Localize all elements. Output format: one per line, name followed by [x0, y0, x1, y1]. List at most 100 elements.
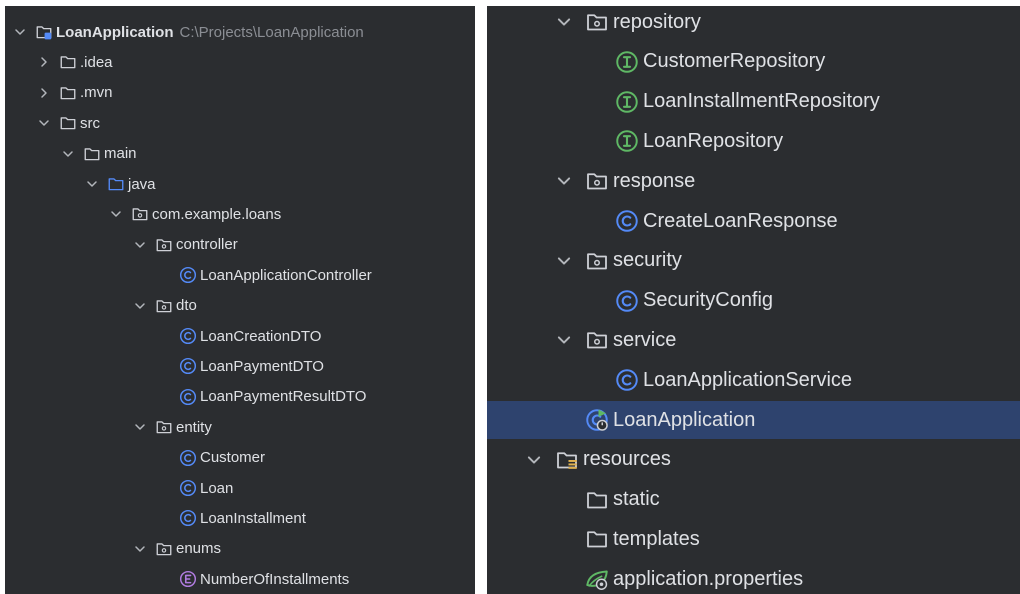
chevron-down-icon[interactable]	[555, 252, 573, 270]
tree-item-label: LoanApplication	[56, 23, 174, 41]
tree-item-loanapplicationcontroller[interactable]: LoanApplicationController	[5, 260, 475, 290]
interface-icon	[615, 90, 639, 114]
tree-item-label: LoanPaymentResultDTO	[200, 388, 367, 406]
class-icon	[179, 327, 197, 345]
tree-item-java[interactable]: java	[5, 169, 475, 199]
tree-item-response[interactable]: response	[487, 162, 1020, 200]
tree-item-entity[interactable]: entity	[5, 412, 475, 442]
folder-icon	[59, 84, 77, 102]
project-tree-panel-left[interactable]: LoanApplication C:\Projects\LoanApplicati…	[5, 6, 475, 594]
tree-item-static[interactable]: static	[487, 481, 1020, 519]
tree-item-createloanresponse[interactable]: CreateLoanResponse	[487, 202, 1020, 240]
package-icon	[155, 236, 173, 254]
chevron-down-icon[interactable]	[133, 238, 147, 252]
package-icon	[585, 328, 609, 352]
tree-item-loanpaymentdto[interactable]: LoanPaymentDTO	[5, 351, 475, 381]
tree-item-security[interactable]: security	[487, 242, 1020, 280]
tree-item-securityconfig[interactable]: SecurityConfig	[487, 282, 1020, 320]
module-folder-icon	[35, 23, 53, 41]
class-icon	[179, 509, 197, 527]
tree-item-label: LoanRepository	[643, 129, 784, 152]
enum-icon	[179, 570, 197, 588]
tree-item-numberofinstallments[interactable]: NumberOfInstallments	[5, 564, 475, 594]
chevron-down-icon[interactable]	[13, 25, 27, 39]
tree-item-label: LoanCreationDTO	[200, 327, 322, 345]
tree-item-service[interactable]: service	[487, 321, 1020, 359]
chevron-down-icon[interactable]	[133, 420, 147, 434]
folder-icon	[585, 488, 609, 512]
tree-item-label: CreateLoanResponse	[643, 209, 838, 232]
folder-icon	[585, 527, 609, 551]
chevron-down-icon[interactable]	[37, 116, 51, 130]
chevron-down-icon[interactable]	[555, 13, 573, 31]
tree-item-loancreationdto[interactable]: LoanCreationDTO	[5, 321, 475, 351]
package-icon	[155, 418, 173, 436]
chevron-right-icon[interactable]	[37, 55, 51, 69]
tree-item-templates[interactable]: templates	[487, 520, 1020, 558]
class-icon	[179, 266, 197, 284]
class-icon	[179, 449, 197, 467]
chevron-down-icon[interactable]	[85, 177, 99, 191]
tree-item-dto[interactable]: dto	[5, 291, 475, 321]
tree-item-src[interactable]: src	[5, 108, 475, 138]
tree-item-label: SecurityConfig	[643, 289, 774, 312]
tree-item-enums[interactable]: enums	[5, 534, 475, 564]
tree-item-label: LoanApplicationController	[200, 266, 372, 284]
tree-item-com-example-loans[interactable]: com.example.loans	[5, 199, 475, 229]
tree-item-mvn[interactable]: .mvn	[5, 78, 475, 108]
tree-item-application-properties[interactable]: application.properties	[487, 560, 1020, 594]
package-icon	[585, 249, 609, 273]
tree-item-resources[interactable]: resources	[487, 441, 1020, 479]
package-icon	[585, 169, 609, 193]
tree-item-controller[interactable]: controller	[5, 230, 475, 260]
tree-item-label: LoanApplicationService	[643, 368, 853, 391]
tree-item-label: response	[613, 169, 696, 192]
tree-item-loanapplication[interactable]: LoanApplication	[487, 401, 1020, 439]
tree-item-label: enums	[176, 540, 222, 558]
chevron-down-icon[interactable]	[109, 207, 123, 221]
tree-item-loanpaymentresultdto[interactable]: LoanPaymentResultDTO	[5, 382, 475, 412]
tree-item-customer[interactable]: Customer	[5, 443, 475, 473]
tree-item-loanrepository[interactable]: LoanRepository	[487, 122, 1020, 160]
tree-item-loaninstallment[interactable]: LoanInstallment	[5, 503, 475, 533]
tree-item-main[interactable]: main	[5, 139, 475, 169]
tree-item-customerrepository[interactable]: CustomerRepository	[487, 43, 1020, 81]
chevron-down-icon[interactable]	[133, 299, 147, 313]
tree-item-idea[interactable]: .idea	[5, 47, 475, 77]
tree-item-label: main	[104, 145, 137, 163]
tree-item-label: Loan	[200, 479, 234, 497]
tree-item-loanapplication[interactable]: LoanApplication C:\Projects\LoanApplicati…	[5, 17, 475, 47]
tree-item-loan[interactable]: Loan	[5, 473, 475, 503]
project-tree-panel-right[interactable]: repository CustomerRepository LoanInstallm…	[487, 6, 1020, 594]
spring-boot-class-icon	[585, 408, 609, 432]
folder-icon	[59, 53, 77, 71]
tree-item-repository[interactable]: repository	[487, 6, 1020, 41]
spring-properties-icon	[585, 567, 609, 591]
tree-item-label: resources	[583, 448, 671, 471]
tree-item-label: .idea	[80, 53, 113, 71]
tree-item-label: dto	[176, 297, 197, 315]
chevron-right-icon[interactable]	[37, 86, 51, 100]
chevron-down-icon[interactable]	[525, 451, 543, 469]
tree-item-loaninstallmentrepository[interactable]: LoanInstallmentRepository	[487, 83, 1020, 121]
package-icon	[131, 205, 149, 223]
chevron-down-icon[interactable]	[555, 172, 573, 190]
chevron-down-icon[interactable]	[555, 331, 573, 349]
tree-item-label: entity	[176, 418, 212, 436]
chevron-down-icon[interactable]	[133, 542, 147, 556]
class-icon	[179, 388, 197, 406]
chevron-down-icon[interactable]	[61, 147, 75, 161]
tree-item-label: src	[80, 114, 100, 132]
tree-item-loanapplicationservice[interactable]: LoanApplicationService	[487, 361, 1020, 399]
tree-item-label: application.properties	[613, 567, 804, 590]
